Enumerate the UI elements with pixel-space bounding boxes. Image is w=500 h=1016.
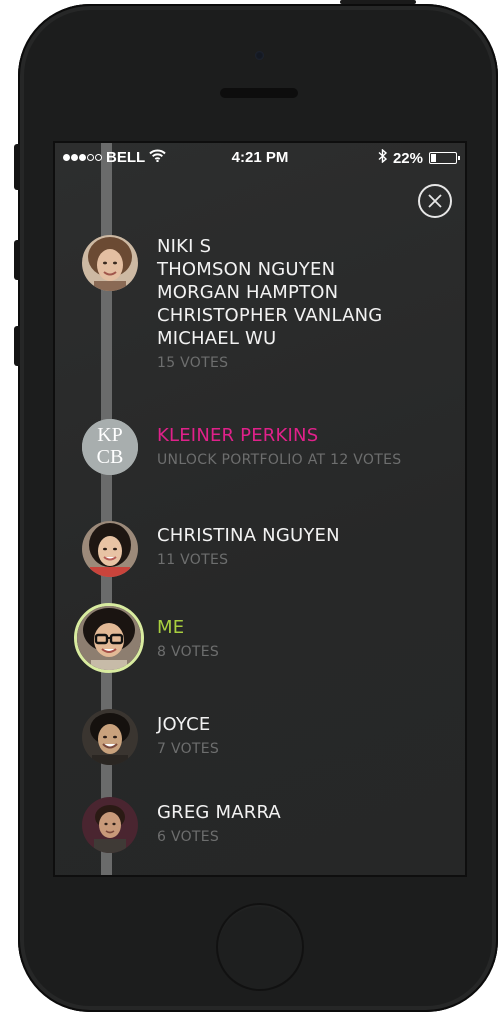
avatar-monogram: KP [97, 424, 123, 446]
member-name: THOMSON NGUYEN [157, 259, 336, 280]
volume-down-button[interactable] [14, 326, 20, 366]
member-name: MORGAN HAMPTON [157, 282, 339, 303]
avatar-current-user[interactable] [74, 603, 144, 673]
mute-switch[interactable] [14, 144, 20, 190]
vote-count: 11 VOTES [157, 552, 229, 568]
close-icon [428, 194, 442, 208]
battery-percent: 22% [392, 149, 423, 167]
unlock-message: UNLOCK PORTFOLIO AT 12 VOTES [157, 452, 402, 468]
member-name: CHRISTINA NGUYEN [157, 525, 340, 546]
avatar[interactable] [82, 797, 138, 853]
front-camera [255, 51, 264, 60]
screen: BELL 4:21 PM 22% NIKI S THOMSON NGUYEN M… [53, 141, 467, 877]
member-name: MICHAEL WU [157, 328, 277, 349]
row-text: JOYCE 7 VOTES [157, 713, 219, 761]
member-name: JOYCE [157, 714, 211, 735]
avatar[interactable] [82, 235, 138, 291]
earpiece-speaker [220, 88, 298, 98]
status-right: 22% [378, 148, 460, 167]
vote-count: 15 VOTES [157, 355, 229, 371]
member-name: CHRISTOPHER VANLANG [157, 305, 383, 326]
avatar[interactable] [82, 709, 138, 765]
svg-text:CB: CB [97, 446, 124, 468]
bluetooth-icon [378, 148, 388, 167]
row-text: ME 8 VOTES [157, 616, 219, 664]
row-text: NIKI S THOMSON NGUYEN MORGAN HAMPTON CHR… [157, 235, 382, 375]
volume-up-button[interactable] [14, 240, 20, 280]
vote-count: 7 VOTES [157, 741, 220, 757]
avatar[interactable] [82, 521, 138, 577]
row-text: GREG MARRA 6 VOTES [157, 801, 281, 849]
avatar[interactable]: KP CB [82, 419, 138, 475]
vote-count: 6 VOTES [157, 829, 220, 845]
home-button[interactable] [216, 903, 304, 991]
vote-count: 8 VOTES [157, 644, 220, 660]
close-button[interactable] [418, 184, 452, 218]
row-text: KLEINER PERKINS UNLOCK PORTFOLIO AT 12 V… [157, 424, 401, 472]
row-text: CHRISTINA NGUYEN 11 VOTES [157, 524, 340, 572]
status-bar: BELL 4:21 PM 22% [55, 143, 465, 173]
battery-level [431, 154, 436, 162]
battery-icon [429, 152, 460, 164]
member-name: NIKI S [157, 236, 212, 257]
sponsor-name: KLEINER PERKINS [157, 425, 319, 446]
current-user-name: ME [157, 617, 185, 638]
member-name: GREG MARRA [157, 802, 281, 823]
